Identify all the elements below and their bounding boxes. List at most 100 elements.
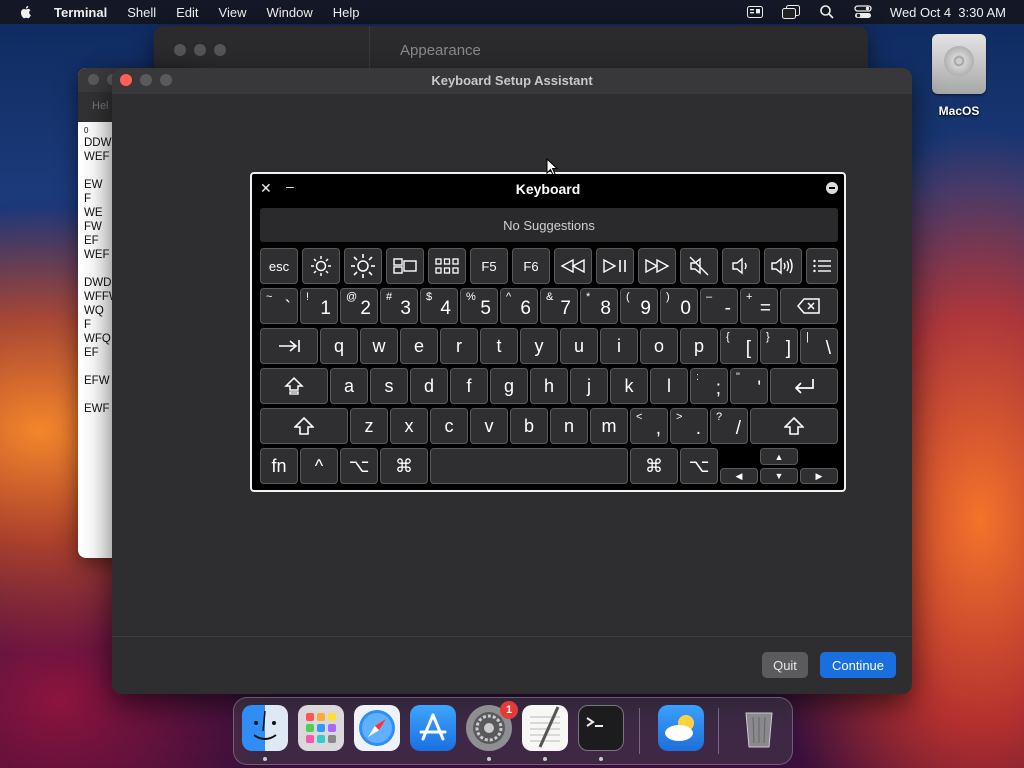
key-r[interactable]: r: [440, 328, 478, 364]
key-n[interactable]: n: [550, 408, 588, 444]
key-delete[interactable]: [780, 288, 838, 324]
key-s[interactable]: s: [370, 368, 408, 404]
zoom-icon[interactable]: [214, 44, 226, 56]
key-equals[interactable]: + =: [740, 288, 778, 324]
continue-button[interactable]: Continue: [820, 652, 896, 678]
key-6[interactable]: ^ 6: [500, 288, 538, 324]
key-slash[interactable]: ? /: [710, 408, 748, 444]
key-a[interactable]: a: [330, 368, 368, 404]
key-right-option[interactable]: ⌥: [680, 448, 718, 484]
close-icon[interactable]: [88, 74, 99, 85]
key-return[interactable]: [770, 368, 838, 404]
textedit-icon[interactable]: [522, 705, 568, 751]
key-f[interactable]: f: [450, 368, 488, 404]
key-c[interactable]: c: [430, 408, 468, 444]
input-source-icon[interactable]: [746, 5, 764, 19]
menu-app-name[interactable]: Terminal: [54, 5, 107, 20]
key-arrow-down[interactable]: ▼: [760, 468, 798, 484]
weather-icon[interactable]: [658, 705, 704, 751]
menu-view[interactable]: View: [219, 5, 247, 20]
key-f5[interactable]: F5: [470, 248, 508, 284]
key-p[interactable]: p: [680, 328, 718, 364]
key-d[interactable]: d: [410, 368, 448, 404]
key-8[interactable]: * 8: [580, 288, 618, 324]
key-right-bracket[interactable]: }]: [760, 328, 798, 364]
key-list[interactable]: [806, 248, 838, 284]
launchpad-app-icon[interactable]: [298, 705, 344, 751]
window-switcher-icon[interactable]: [781, 5, 800, 19]
key-u[interactable]: u: [560, 328, 598, 364]
key-space[interactable]: [430, 448, 628, 484]
key-o[interactable]: o: [640, 328, 678, 364]
key-g[interactable]: g: [490, 368, 528, 404]
key-mission-control[interactable]: [386, 248, 424, 284]
menu-help[interactable]: Help: [333, 5, 360, 20]
safari-icon[interactable]: [354, 705, 400, 751]
trash-icon[interactable]: [736, 705, 782, 751]
key-right-command[interactable]: ⌘: [630, 448, 678, 484]
key-1[interactable]: ! 1: [300, 288, 338, 324]
quit-button[interactable]: Quit: [762, 652, 808, 678]
apple-menu-icon[interactable]: [18, 4, 34, 20]
key-f6[interactable]: F6: [512, 248, 550, 284]
key-volume-down[interactable]: [722, 248, 760, 284]
key-x[interactable]: x: [390, 408, 428, 444]
key-right-shift[interactable]: [750, 408, 838, 444]
key-e[interactable]: e: [400, 328, 438, 364]
key-5[interactable]: % 5: [460, 288, 498, 324]
key-period[interactable]: >.: [670, 408, 708, 444]
key-quote[interactable]: " ': [730, 368, 768, 404]
app-store-icon[interactable]: [410, 705, 456, 751]
key-left-command[interactable]: ⌘: [380, 448, 428, 484]
key-0[interactable]: ) 0: [660, 288, 698, 324]
key-arrow-right[interactable]: ▶: [800, 468, 838, 484]
key-3[interactable]: #3: [380, 288, 418, 324]
key-w[interactable]: w: [360, 328, 398, 364]
key-y[interactable]: y: [520, 328, 558, 364]
key-tab[interactable]: [260, 328, 318, 364]
key-launchpad[interactable]: [428, 248, 466, 284]
terminal-app-icon[interactable]: [578, 705, 624, 751]
key-4[interactable]: $4: [420, 288, 458, 324]
key-2[interactable]: @2: [340, 288, 378, 324]
key-brightness-down[interactable]: [302, 248, 340, 284]
system-settings-icon[interactable]: 1: [466, 701, 518, 751]
menu-edit[interactable]: Edit: [176, 5, 198, 20]
key-l[interactable]: l: [650, 368, 688, 404]
key-v[interactable]: v: [470, 408, 508, 444]
key-brightness-up[interactable]: [344, 248, 382, 284]
key-backslash[interactable]: | \: [800, 328, 838, 364]
key-z[interactable]: z: [350, 408, 388, 444]
key-k[interactable]: k: [610, 368, 648, 404]
key-rewind[interactable]: [554, 248, 592, 284]
key-volume-up[interactable]: [764, 248, 802, 284]
key-esc[interactable]: esc: [260, 248, 298, 284]
key-fast-forward[interactable]: [638, 248, 676, 284]
close-icon[interactable]: [174, 44, 186, 56]
key-control[interactable]: ^: [300, 448, 338, 484]
key-i[interactable]: i: [600, 328, 638, 364]
key-9[interactable]: (9: [620, 288, 658, 324]
key-caps-lock[interactable]: [260, 368, 328, 404]
key-h[interactable]: h: [530, 368, 568, 404]
key-play-pause[interactable]: [596, 248, 634, 284]
key-t[interactable]: t: [480, 328, 518, 364]
key-fn[interactable]: fn: [260, 448, 298, 484]
minimize-icon[interactable]: [194, 44, 206, 56]
key-m[interactable]: m: [590, 408, 628, 444]
key-minus[interactable]: – -: [700, 288, 738, 324]
key-7[interactable]: & 7: [540, 288, 578, 324]
key-arrow-up[interactable]: ▲: [760, 448, 798, 465]
menu-shell[interactable]: Shell: [127, 5, 156, 20]
key-q[interactable]: q: [320, 328, 358, 364]
key-left-bracket[interactable]: {[: [720, 328, 758, 364]
key-backtick[interactable]: ~ `: [260, 288, 298, 324]
options-icon[interactable]: [826, 182, 838, 194]
desktop-disk-item[interactable]: MacOS: [930, 34, 988, 118]
key-mute[interactable]: [680, 248, 718, 284]
key-comma[interactable]: <,: [630, 408, 668, 444]
key-b[interactable]: b: [510, 408, 548, 444]
control-center-icon[interactable]: [854, 5, 872, 19]
finder-icon[interactable]: [242, 705, 288, 751]
key-arrow-left[interactable]: ◀: [720, 468, 758, 484]
